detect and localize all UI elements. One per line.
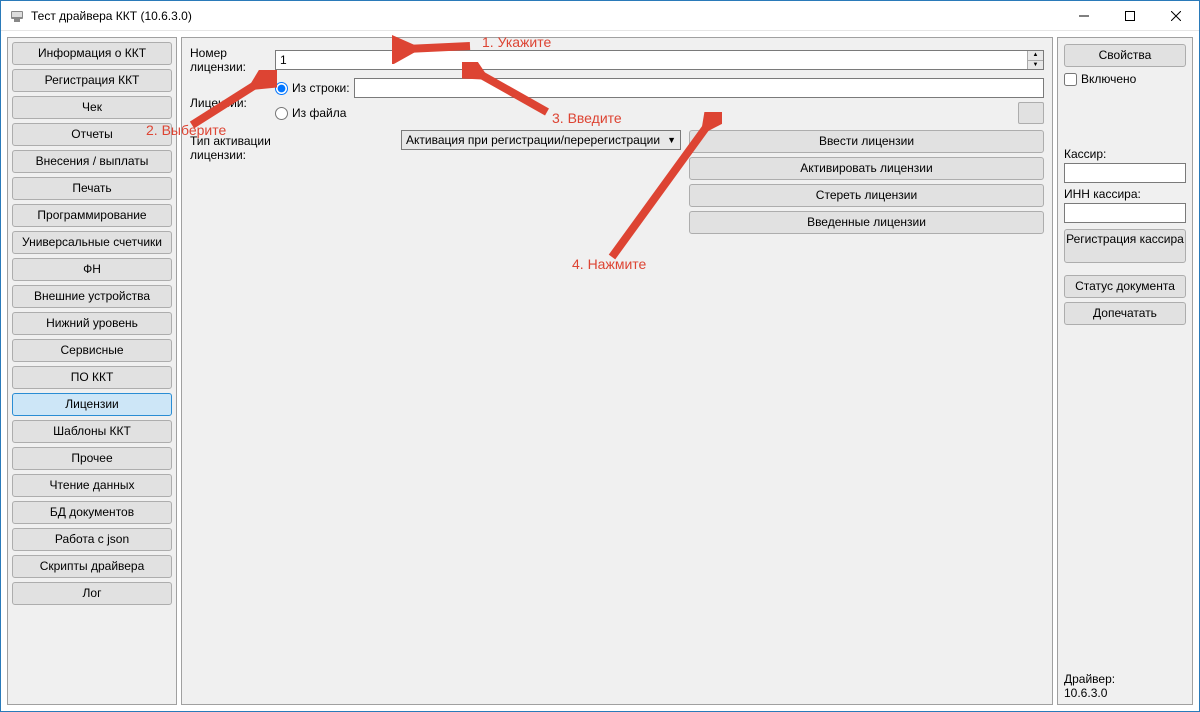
sidebar-item-0[interactable]: Информация о ККТ: [12, 42, 172, 65]
document-status-button[interactable]: Статус документа: [1064, 275, 1186, 298]
sidebar-item-6[interactable]: Программирование: [12, 204, 172, 227]
sidebar-item-8[interactable]: ФН: [12, 258, 172, 281]
cashier-inn-label: ИНН кассира:: [1064, 187, 1186, 201]
sidebar-item-5[interactable]: Печать: [12, 177, 172, 200]
browse-file-button[interactable]: [1018, 102, 1044, 124]
driver-version: 10.6.3.0: [1064, 686, 1115, 700]
enabled-checkbox[interactable]: [1064, 73, 1077, 86]
from-string-input[interactable]: [354, 78, 1044, 98]
radio-from-file-label: Из файла: [292, 106, 347, 120]
from-file-path: [351, 103, 1014, 123]
sidebar-item-14[interactable]: Шаблоны ККТ: [12, 420, 172, 443]
sidebar-item-13[interactable]: Лицензии: [12, 393, 172, 416]
sidebar: Информация о ККТ Регистрация ККТ Чек Отчеты…: [7, 37, 177, 705]
dropdown-arrow-icon: ▼: [667, 135, 676, 145]
radio-from-file-row[interactable]: Из файла: [275, 100, 1044, 126]
close-button[interactable]: [1153, 1, 1199, 31]
sidebar-item-11[interactable]: Сервисные: [12, 339, 172, 362]
right-panel: Свойства Включено Кассир: ИНН кассира: Р…: [1057, 37, 1193, 705]
radio-from-string[interactable]: [275, 82, 288, 95]
activation-type-combo[interactable]: Активация при регистрации/перерегистраци…: [401, 130, 681, 150]
sidebar-item-19[interactable]: Скрипты драйвера: [12, 555, 172, 578]
radio-from-file[interactable]: [275, 107, 288, 120]
license-number-label: Номер лицензии:: [190, 46, 275, 74]
radio-from-string-row[interactable]: Из строки:: [275, 76, 1044, 100]
enabled-checkbox-label: Включено: [1081, 72, 1136, 86]
reprint-button[interactable]: Допечатать: [1064, 302, 1186, 325]
enabled-checkbox-row[interactable]: Включено: [1064, 72, 1186, 86]
properties-button[interactable]: Свойства: [1064, 44, 1186, 67]
driver-label: Драйвер:: [1064, 672, 1115, 686]
spin-up-icon[interactable]: ▲: [1028, 51, 1043, 61]
activate-licenses-button[interactable]: Активировать лицензии: [689, 157, 1044, 180]
maximize-button[interactable]: [1107, 1, 1153, 31]
sidebar-item-16[interactable]: Чтение данных: [12, 474, 172, 497]
cashier-input[interactable]: [1064, 163, 1186, 183]
sidebar-item-10[interactable]: Нижний уровень: [12, 312, 172, 335]
activation-type-value: Активация при регистрации/перерегистраци…: [406, 133, 667, 147]
register-cashier-button[interactable]: Регистрация кассира: [1064, 229, 1186, 263]
cashier-label: Кассир:: [1064, 147, 1186, 161]
radio-from-string-label: Из строки:: [292, 81, 350, 95]
sidebar-item-20[interactable]: Лог: [12, 582, 172, 605]
sidebar-item-3[interactable]: Отчеты: [12, 123, 172, 146]
sidebar-item-1[interactable]: Регистрация ККТ: [12, 69, 172, 92]
enter-licenses-button[interactable]: Ввести лицензии: [689, 130, 1044, 153]
driver-info: Драйвер: 10.6.3.0: [1064, 672, 1115, 700]
sidebar-item-18[interactable]: Работа с json: [12, 528, 172, 551]
license-number-spinbox[interactable]: ▲ ▼: [275, 50, 1044, 70]
annotation-4: 4. Нажмите: [572, 256, 646, 272]
licenses-label: Лицензии:: [190, 76, 275, 126]
window-title: Тест драйвера ККТ (10.6.3.0): [31, 9, 1061, 23]
sidebar-item-12[interactable]: ПО ККТ: [12, 366, 172, 389]
main-panel: Номер лицензии: ▲ ▼ Лицензии: Из строки:: [181, 37, 1053, 705]
title-bar: Тест драйвера ККТ (10.6.3.0): [1, 1, 1199, 31]
erase-licenses-button[interactable]: Стереть лицензии: [689, 184, 1044, 207]
entered-licenses-button[interactable]: Введенные лицензии: [689, 211, 1044, 234]
sidebar-item-9[interactable]: Внешние устройства: [12, 285, 172, 308]
spin-down-icon[interactable]: ▼: [1028, 61, 1043, 70]
sidebar-item-15[interactable]: Прочее: [12, 447, 172, 470]
license-number-input[interactable]: [276, 51, 1027, 69]
sidebar-item-2[interactable]: Чек: [12, 96, 172, 119]
cashier-inn-input[interactable]: [1064, 203, 1186, 223]
sidebar-item-4[interactable]: Внесения / выплаты: [12, 150, 172, 173]
app-icon: [9, 8, 25, 24]
sidebar-item-7[interactable]: Универсальные счетчики: [12, 231, 172, 254]
minimize-button[interactable]: [1061, 1, 1107, 31]
activation-type-label: Тип активации лицензии:: [190, 130, 320, 162]
sidebar-item-17[interactable]: БД документов: [12, 501, 172, 524]
